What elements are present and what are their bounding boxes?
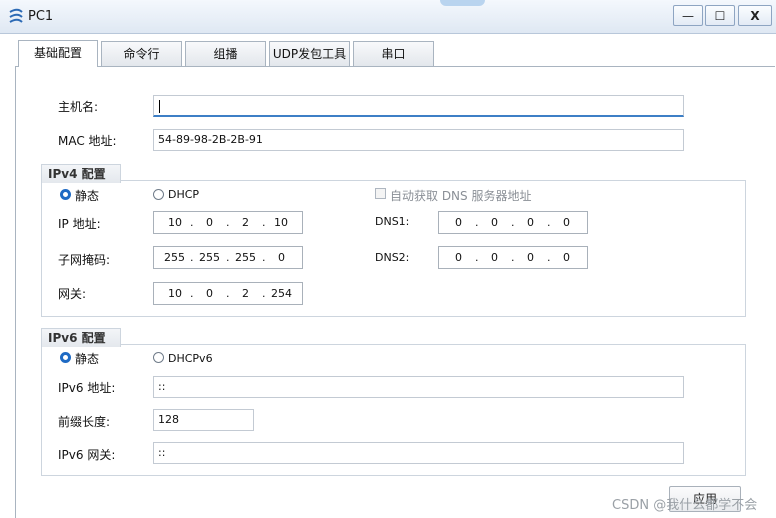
ipv4-address-octet-2: 0 xyxy=(206,216,213,229)
ipv4-static-label: 静态 xyxy=(75,189,100,203)
subnet-mask-label: 子网掩码: xyxy=(58,253,111,267)
dns2-octet-1: 0 xyxy=(455,251,462,264)
prefix-length-field[interactable]: 128 xyxy=(153,409,254,431)
ipv6-gateway-field[interactable]: :: xyxy=(153,442,684,464)
ipv4-address-octet-3: 2 xyxy=(242,216,249,229)
ipv6-static-label: 静态 xyxy=(75,352,100,366)
ipv4-static-radio[interactable] xyxy=(60,189,71,200)
ipv4-dhcp-label: DHCP xyxy=(168,188,200,201)
ipv6-dhcp-label: DHCPv6 xyxy=(168,352,213,365)
ipv6-address-field[interactable]: :: xyxy=(153,376,684,398)
prefix-length-label: 前缀长度: xyxy=(58,415,111,429)
auto-dns-label: 自动获取 DNS 服务器地址 xyxy=(390,189,532,203)
gateway-octet-4: 254 xyxy=(271,287,292,300)
pc-app-icon xyxy=(9,8,23,23)
mac-label: MAC 地址: xyxy=(58,134,117,148)
auto-dns-checkbox[interactable] xyxy=(375,188,386,199)
subnet-mask-field[interactable]: 255. 255. 255. 0 xyxy=(153,246,303,269)
watermark: CSDN @我什么都学不会 xyxy=(612,498,758,513)
ipv4-address-octet-1: 10 xyxy=(168,216,182,229)
tab-command-line[interactable]: 命令行 xyxy=(101,41,182,66)
title-bar-decoration xyxy=(440,0,485,6)
ipv6-gateway-label: IPv6 网关: xyxy=(58,448,116,462)
hostname-field[interactable] xyxy=(153,95,684,117)
dns2-octet-3: 0 xyxy=(527,251,534,264)
tab-basic-config[interactable]: 基础配置 xyxy=(18,40,98,67)
ipv6-static-radio[interactable] xyxy=(60,352,71,363)
dns2-octet-2: 0 xyxy=(491,251,498,264)
close-button[interactable]: X xyxy=(738,5,772,26)
tab-serial-port[interactable]: 串口 xyxy=(353,41,434,66)
mac-field[interactable]: 54-89-98-2B-2B-91 xyxy=(153,129,684,151)
maximize-button[interactable]: ☐ xyxy=(705,5,735,26)
ipv4-address-label: IP 地址: xyxy=(58,217,101,231)
dns2-field[interactable]: 0. 0. 0. 0 xyxy=(438,246,588,269)
gateway-octet-3: 2 xyxy=(242,287,249,300)
hostname-label: 主机名: xyxy=(58,100,99,114)
gateway-octet-1: 10 xyxy=(168,287,182,300)
gateway-octet-2: 0 xyxy=(206,287,213,300)
ipv6-address-label: IPv6 地址: xyxy=(58,381,116,395)
tab-udp-tool[interactable]: UDP发包工具 xyxy=(269,41,350,66)
dns1-octet-4: 0 xyxy=(563,216,570,229)
dns1-field[interactable]: 0. 0. 0. 0 xyxy=(438,211,588,234)
window-title: PC1 xyxy=(28,9,54,24)
subnet-mask-octet-2: 255 xyxy=(199,251,220,264)
ipv6-dhcp-radio[interactable] xyxy=(153,352,164,363)
dns2-label: DNS2: xyxy=(375,251,410,264)
ipv4-dhcp-radio[interactable] xyxy=(153,189,164,200)
subnet-mask-octet-4: 0 xyxy=(278,251,285,264)
gateway-label: 网关: xyxy=(58,287,87,301)
subnet-mask-octet-1: 255 xyxy=(164,251,185,264)
title-bar xyxy=(0,0,776,34)
subnet-mask-octet-3: 255 xyxy=(235,251,256,264)
gateway-field[interactable]: 10. 0. 2. 254 xyxy=(153,282,303,305)
dns1-octet-3: 0 xyxy=(527,216,534,229)
ipv4-address-field[interactable]: 10. 0. 2. 10 xyxy=(153,211,303,234)
ipv4-address-octet-4: 10 xyxy=(274,216,288,229)
dns1-octet-1: 0 xyxy=(455,216,462,229)
dns2-octet-4: 0 xyxy=(563,251,570,264)
dns1-octet-2: 0 xyxy=(491,216,498,229)
dns1-label: DNS1: xyxy=(375,215,410,228)
tab-multicast[interactable]: 组播 xyxy=(185,41,266,66)
ipv4-group-title: IPv4 配置 xyxy=(41,164,121,183)
minimize-button[interactable]: — xyxy=(673,5,703,26)
ipv6-group-title: IPv6 配置 xyxy=(41,328,121,347)
text-caret xyxy=(159,99,160,113)
